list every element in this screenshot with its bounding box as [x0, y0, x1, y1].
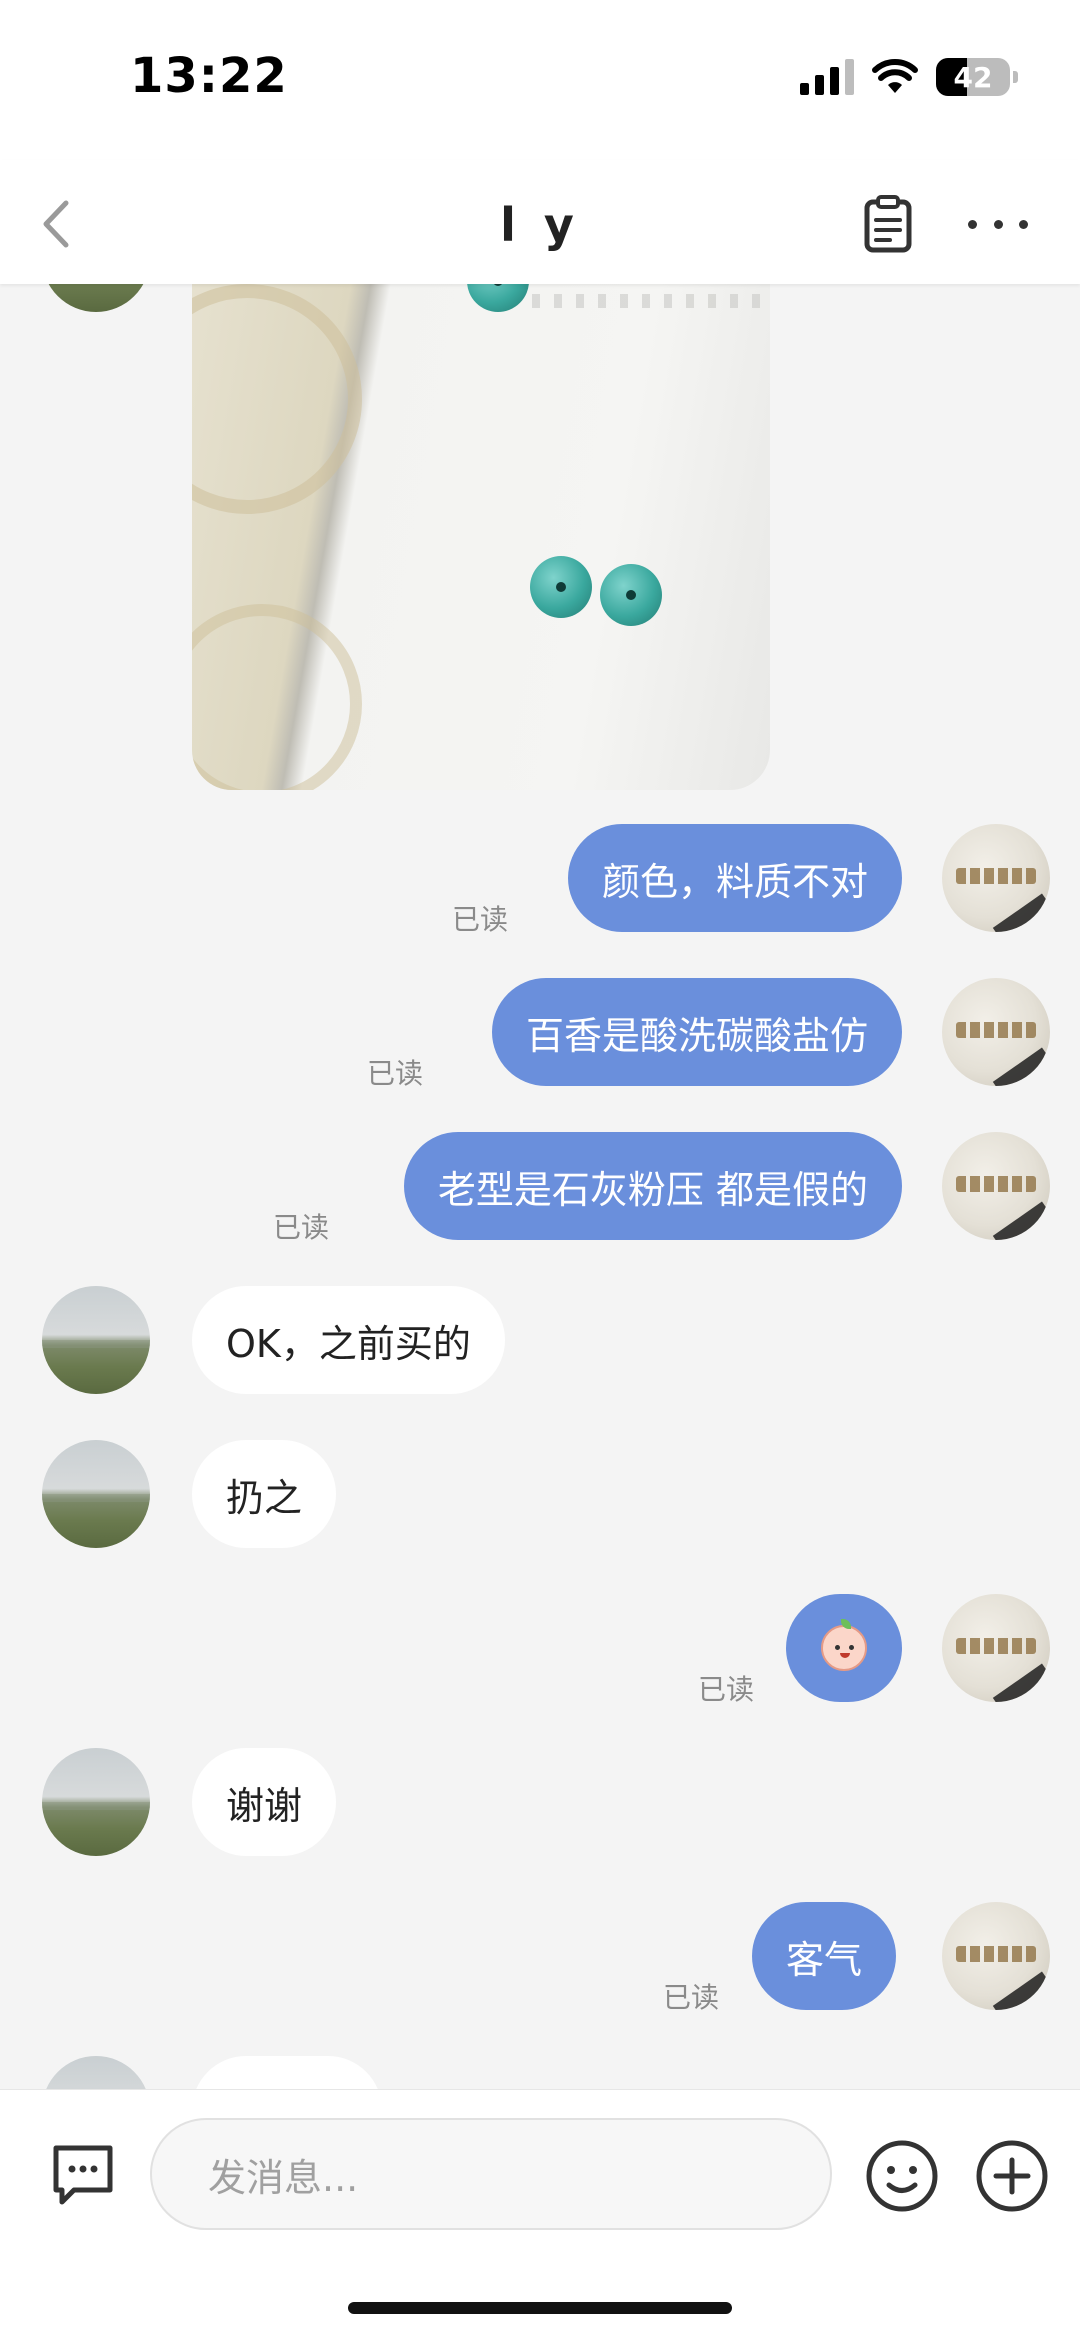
my-avatar[interactable] [942, 824, 1050, 932]
emoji-message-bubble[interactable] [786, 1594, 902, 1702]
smiley-icon [866, 2140, 938, 2212]
my-avatar[interactable] [942, 1594, 1050, 1702]
message-input[interactable]: 发消息... [150, 2118, 832, 2230]
bead-image [467, 284, 529, 312]
read-receipt: 已读 [452, 903, 509, 936]
bead-image [530, 556, 592, 618]
more-dot-icon [993, 219, 1003, 229]
read-receipt: 已读 [663, 1981, 720, 2014]
notes-button[interactable] [858, 194, 918, 254]
message-bubble-outgoing[interactable]: 客气 [752, 1902, 897, 2010]
my-avatar[interactable] [942, 1902, 1050, 2010]
more-dot-icon [1019, 219, 1028, 229]
chat-message-list[interactable]: 颜色，料质不对 已读 百香是酸洗碳酸盐仿 已读 老型是石灰粉压 都是假的 已读 … [0, 284, 1080, 2089]
message-bubble-outgoing[interactable]: 百香是酸洗碳酸盐仿 [491, 978, 902, 1086]
bead-image [600, 564, 662, 626]
contact-avatar[interactable] [42, 1440, 150, 1548]
contact-avatar[interactable] [42, 284, 150, 312]
message-bubble-incoming[interactable]: OK，之前买的 [192, 1286, 505, 1394]
cellular-signal-icon [800, 59, 854, 95]
status-bar: 13:22 42 [0, 0, 1080, 160]
message-bubble-incoming[interactable]: 扔之 [192, 1440, 337, 1548]
contact-avatar[interactable] [42, 1748, 150, 1856]
chat-title: l y [500, 198, 580, 252]
battery-level: 42 [953, 60, 993, 94]
clipboard-icon [864, 195, 912, 253]
plus-circle-icon [976, 2140, 1048, 2212]
quick-reply-button[interactable] [48, 2140, 118, 2210]
chat-header: l y [0, 160, 1080, 284]
status-time: 13:22 [130, 48, 288, 104]
more-dot-icon [968, 219, 977, 229]
wifi-icon [872, 59, 918, 93]
add-attachment-button[interactable] [974, 2138, 1050, 2214]
contact-avatar[interactable] [42, 2056, 150, 2089]
emoji-button[interactable] [864, 2138, 940, 2214]
message-bubble-incoming[interactable] [192, 2056, 382, 2089]
read-receipt: 已读 [273, 1211, 330, 1244]
message-bubble-outgoing[interactable]: 颜色，料质不对 [567, 824, 902, 932]
contact-avatar[interactable] [42, 1286, 150, 1394]
image-message[interactable] [192, 284, 770, 790]
message-square-icon [53, 2145, 113, 2205]
message-bubble-incoming[interactable]: 谢谢 [192, 1748, 337, 1856]
home-indicator[interactable] [348, 2302, 732, 2314]
my-avatar[interactable] [942, 1132, 1050, 1240]
peach-face-emoji-icon [821, 1619, 867, 1671]
battery-icon: 42 [936, 58, 1018, 96]
more-options-button[interactable] [968, 206, 1028, 242]
status-icons: 42 [800, 58, 1018, 96]
read-receipt: 已读 [367, 1057, 424, 1090]
read-receipt: 已读 [698, 1673, 755, 1706]
message-bubble-outgoing[interactable]: 老型是石灰粉压 都是假的 [403, 1132, 902, 1240]
my-avatar[interactable] [942, 978, 1050, 1086]
